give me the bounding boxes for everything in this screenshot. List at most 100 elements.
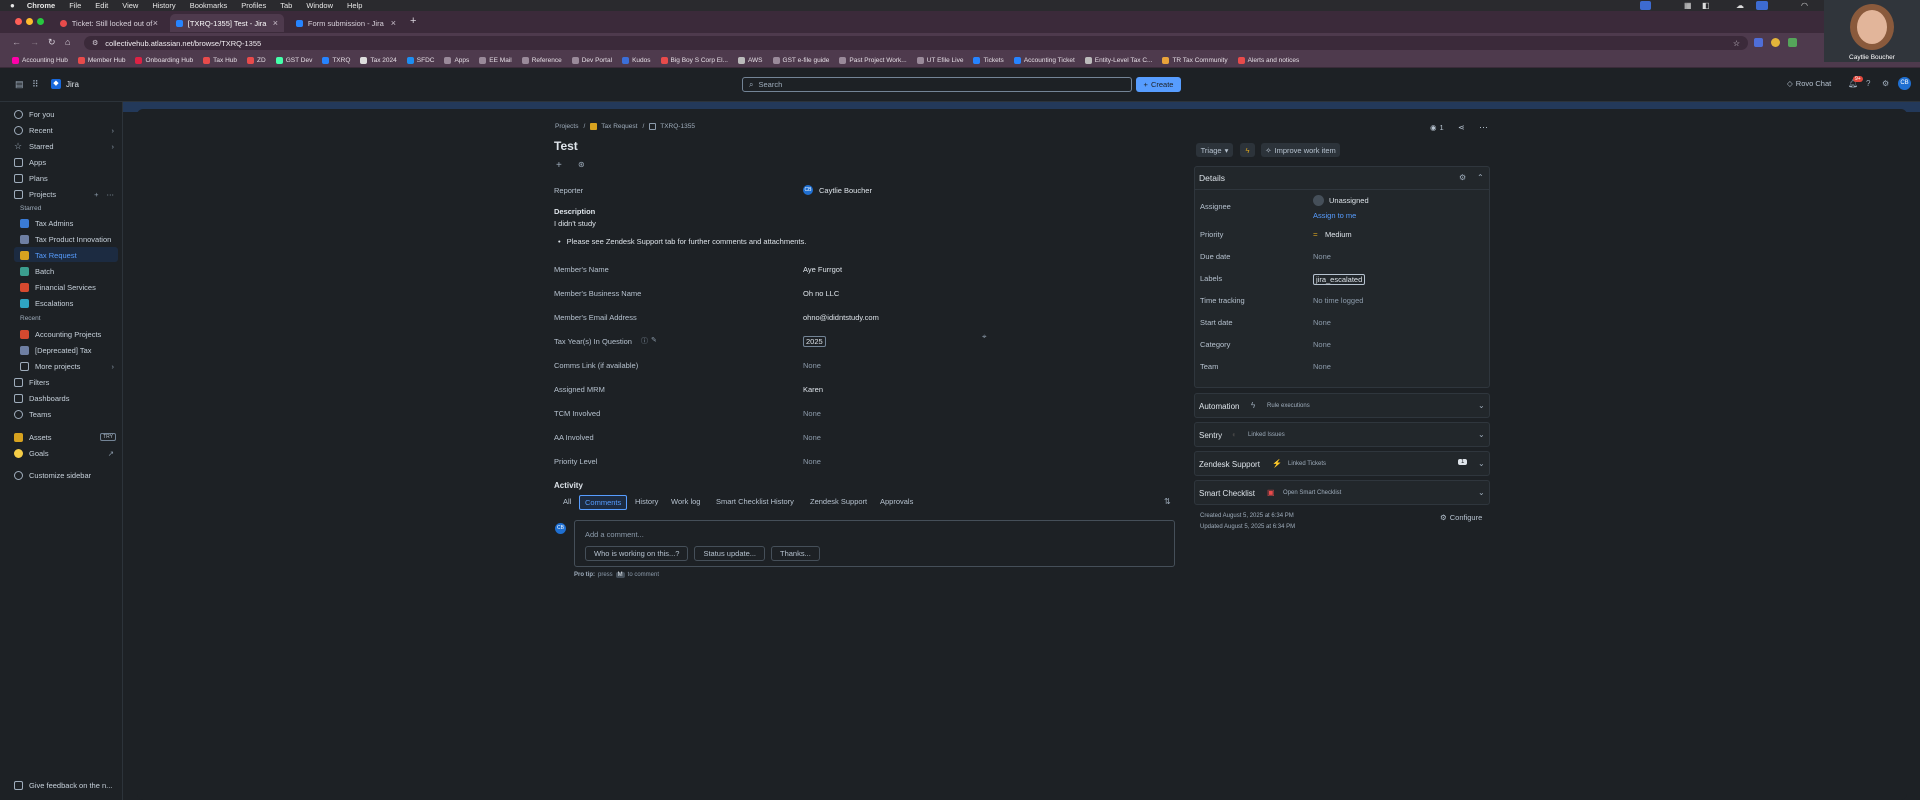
address-bar[interactable]: ⚙ collectivehub.atlassian.net/browse/TXR… (84, 36, 1748, 50)
field-value[interactable]: Oh no LLC (803, 289, 839, 298)
browser-tab[interactable]: Form submission - Jira × (290, 14, 402, 32)
apps-icon[interactable]: ⊛ (578, 160, 585, 169)
activity-tab[interactable]: Approvals (875, 495, 918, 508)
close-window-icon[interactable] (15, 18, 22, 25)
detail-value[interactable]: None (1313, 252, 1331, 261)
more-actions-icon[interactable]: ⋯ (1479, 122, 1488, 133)
improve-work-item-button[interactable]: ✧ Improve work item (1261, 143, 1340, 157)
menu-file[interactable]: File (69, 1, 81, 10)
bookmark-item[interactable]: Dev Portal (571, 56, 612, 64)
menu-chrome[interactable]: Chrome (27, 1, 55, 10)
field-value[interactable]: None (803, 409, 821, 418)
bookmark-item[interactable]: Apps (444, 56, 469, 64)
menu-window[interactable]: Window (306, 1, 333, 10)
activity-tab[interactable]: Zendesk Support (805, 495, 872, 508)
status-app-icon[interactable] (1640, 1, 1651, 10)
details-label[interactable]: Details (1199, 173, 1225, 183)
field-value[interactable]: ohno@ididntstudy.com (803, 313, 879, 322)
sidebar-project-financial-services[interactable]: Financial Services (20, 280, 96, 294)
screen-status-icon[interactable] (1756, 1, 1768, 10)
activity-tab[interactable]: Comments (579, 495, 628, 510)
grid-status-icon[interactable]: ▦ (1684, 1, 1693, 10)
sidebar-item-projects[interactable]: Projects + ⋯ (14, 187, 114, 201)
field-value[interactable]: None (803, 361, 821, 370)
configure-button[interactable]: ⚙ Configure (1440, 513, 1482, 522)
jira-logo-icon[interactable]: ◆ (51, 79, 61, 89)
sidebar-item-teams[interactable]: Teams (14, 407, 51, 421)
create-button[interactable]: + Create (1136, 77, 1181, 92)
activity-tab[interactable]: Smart Checklist History (711, 495, 799, 508)
menu-help[interactable]: Help (347, 1, 362, 10)
field-value[interactable]: Karen (803, 385, 823, 394)
give-feedback-link[interactable]: Give feedback on the n... (14, 778, 112, 792)
menu-profiles[interactable]: Profiles (241, 1, 266, 10)
menu-view[interactable]: View (122, 1, 138, 10)
sidebar-item-goals[interactable]: Goals ↗ (14, 446, 114, 460)
sidebar-more-projects[interactable]: More projects › (20, 359, 114, 373)
watch-button[interactable]: ◉ 1 (1430, 123, 1444, 132)
section-sentry[interactable]: Sentry ◐ Linked Issues ⌄ (1194, 422, 1490, 447)
menu-edit[interactable]: Edit (95, 1, 108, 10)
sidebar-toggle-icon[interactable]: ▤ (15, 79, 24, 90)
activity-tab[interactable]: Work log (666, 495, 705, 508)
app-name[interactable]: Jira (66, 80, 79, 89)
sidebar-project-tax-admins[interactable]: Tax Admins (20, 216, 73, 230)
bookmark-item[interactable]: TXRQ (322, 56, 350, 64)
bookmark-item[interactable]: Big Boy S Corp El... (660, 56, 728, 64)
comment-box[interactable]: Add a comment... Who is working on this.… (574, 520, 1175, 567)
field-value[interactable]: Aye Furrgot (803, 265, 842, 274)
detail-value[interactable]: No time logged (1313, 296, 1363, 305)
field-value[interactable]: None (803, 433, 821, 442)
extension-icon[interactable] (1754, 38, 1763, 47)
activity-tab[interactable]: History (630, 495, 663, 508)
bookmark-item[interactable]: TR Tax Community (1162, 56, 1228, 64)
sidebar-item-customize[interactable]: Customize sidebar (14, 468, 91, 482)
help-icon[interactable]: ? (1866, 79, 1870, 88)
field-value[interactable]: None (803, 457, 821, 466)
more-icon[interactable]: ⋯ (107, 190, 115, 199)
page-title[interactable]: Test (554, 139, 578, 153)
sidebar-project-deprecated-tax[interactable]: [Deprecated] Tax (20, 343, 92, 357)
sidebar-project-tax-product-innovation[interactable]: Tax Product Innovation (20, 232, 111, 246)
bookmark-item[interactable]: SFDC (406, 56, 434, 64)
browser-tab-active[interactable]: [TXRQ-1355] Test - Jira × (170, 14, 284, 32)
bookmark-star-icon[interactable]: ☆ (1733, 39, 1740, 48)
reporter-value[interactable]: Caytlie Boucher (819, 186, 872, 195)
bookmark-item[interactable]: Tax Hub (203, 56, 237, 64)
bookmark-item[interactable]: GST Dev (275, 56, 312, 64)
status-dropdown[interactable]: Triage ▾ (1196, 143, 1233, 157)
lightning-icon[interactable]: ϟ (1240, 143, 1255, 157)
bookmark-item[interactable]: Reference (521, 56, 562, 64)
bookmark-item[interactable]: GST e-file guide (772, 56, 829, 64)
assign-to-me-link[interactable]: Assign to me (1313, 211, 1356, 220)
extension-icon[interactable] (1771, 38, 1780, 47)
detail-value[interactable]: Medium (1325, 230, 1352, 239)
detail-value[interactable]: None (1313, 362, 1331, 371)
info-icon[interactable]: ⓘ (641, 336, 648, 346)
bookmark-item[interactable]: UT Efile Live (916, 56, 963, 64)
sidebar-item-filters[interactable]: Filters (14, 375, 49, 389)
share-icon[interactable]: ⋖ (1458, 123, 1465, 132)
sidebar-item-plans[interactable]: Plans (14, 171, 48, 185)
add-icon[interactable]: + (556, 160, 562, 171)
section-automation[interactable]: Automation ϟ Rule executions ⌄ (1194, 393, 1490, 418)
bookmark-item[interactable]: Past Project Work... (839, 56, 907, 64)
extension-icon[interactable] (1788, 38, 1797, 47)
description-text[interactable]: I didn't study (554, 219, 596, 228)
apple-icon[interactable]: ● (10, 1, 15, 10)
detail-value[interactable]: Unassigned (1329, 196, 1369, 205)
new-tab-icon[interactable]: + (410, 15, 416, 27)
sidebar-item-starred[interactable]: ☆ Starred › (14, 139, 114, 153)
bookmark-item[interactable]: Tickets (973, 56, 1004, 64)
bookmark-item[interactable]: ZD (247, 56, 266, 64)
sidebar-item-recent[interactable]: Recent › (14, 123, 114, 137)
bookmark-item[interactable]: Onboarding Hub (135, 56, 193, 64)
section-smart-checklist[interactable]: Smart Checklist ▣ Open Smart Checklist ⌄ (1194, 480, 1490, 505)
field-value[interactable]: 2025 (803, 336, 826, 347)
cloud-status-icon[interactable]: ☁ (1736, 1, 1745, 10)
bookmark-item[interactable]: Accounting Ticket (1013, 56, 1075, 64)
sidebar-item-assets[interactable]: Assets TRY (14, 430, 116, 444)
sidebar-project-tax-request[interactable]: Tax Request (20, 248, 77, 262)
bookmark-item[interactable]: Tax 2024 (360, 56, 397, 64)
add-project-icon[interactable]: + (94, 190, 98, 199)
